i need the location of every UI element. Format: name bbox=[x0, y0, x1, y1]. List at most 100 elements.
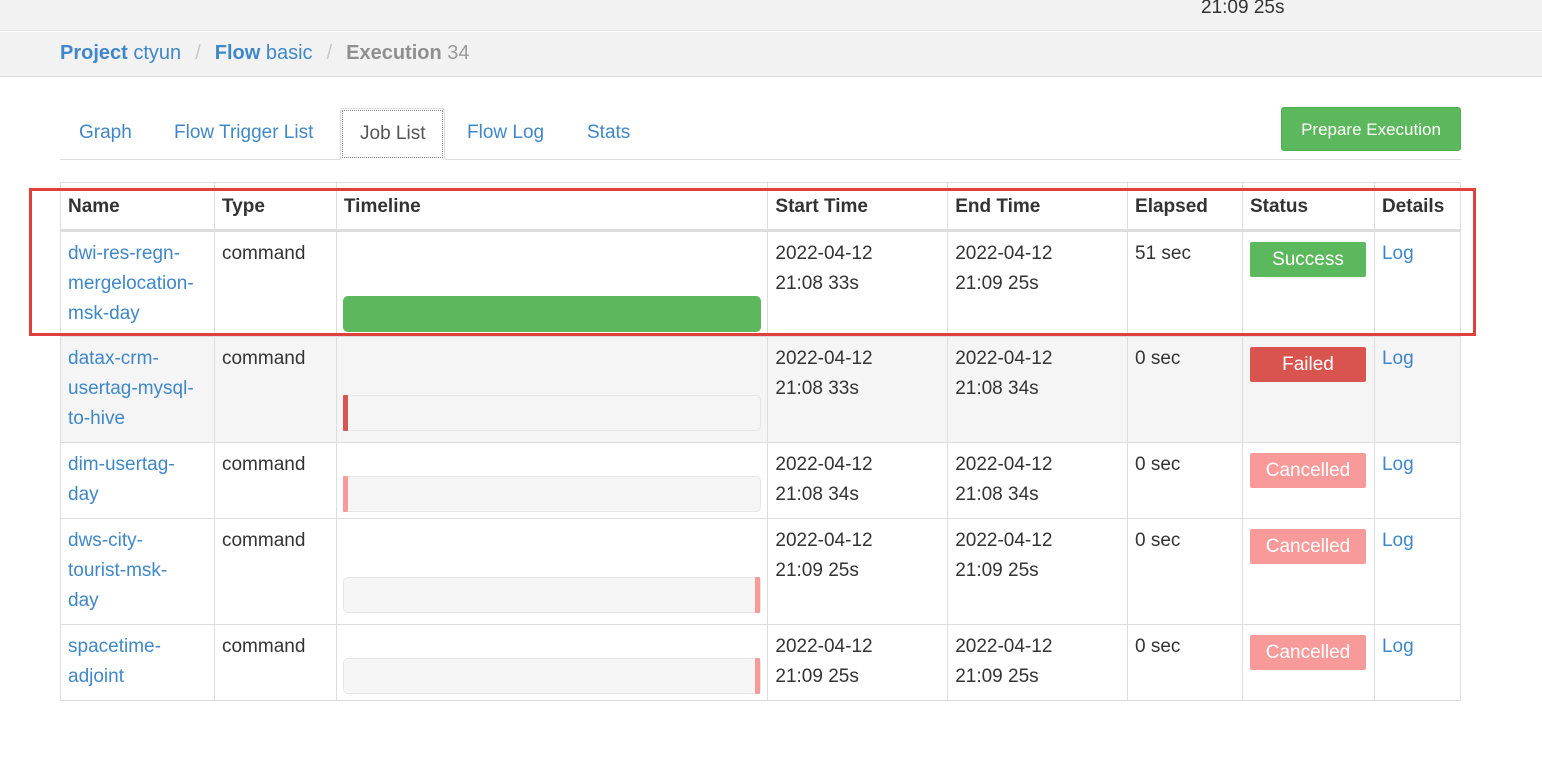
job-name-line: tourist-msk- bbox=[68, 560, 168, 581]
timeline-track bbox=[342, 296, 762, 332]
prepare-execution-button[interactable]: Prepare Execution bbox=[1281, 107, 1461, 151]
timeline-track bbox=[342, 395, 762, 431]
start-date: 2022-04-12 bbox=[775, 636, 873, 657]
start-date: 2022-04-12 bbox=[775, 348, 873, 369]
tab-graph[interactable]: Graph bbox=[60, 108, 151, 159]
end-date: 2022-04-12 bbox=[955, 243, 1053, 264]
job-type-cell: command bbox=[213, 624, 337, 701]
job-name-line: dwi-res-regn- bbox=[68, 243, 180, 264]
log-link[interactable]: Log bbox=[1382, 636, 1414, 657]
job-type-cell: command bbox=[213, 336, 337, 443]
breadcrumb-flow-link[interactable]: Flow basic bbox=[215, 42, 313, 65]
timeline-cell bbox=[335, 336, 769, 443]
job-list-table: Name Type Timeline Start Time End Time E… bbox=[60, 182, 1462, 701]
end-clock: 21:08 34s bbox=[955, 484, 1039, 505]
start-clock: 21:09 25s bbox=[775, 666, 859, 687]
elapsed-cell: 0 sec bbox=[1127, 624, 1243, 701]
start-time-cell: 2022-04-12 21:08 33s bbox=[767, 230, 949, 337]
log-link[interactable]: Log bbox=[1382, 348, 1414, 369]
job-name-link[interactable]: dws-city- tourist-msk- day bbox=[68, 530, 167, 611]
top-strip: 21:09 25s bbox=[0, 0, 1542, 31]
status-cell: Failed bbox=[1241, 336, 1375, 443]
job-type-cell: command bbox=[213, 518, 337, 625]
start-time-cell: 2022-04-12 21:08 34s bbox=[767, 442, 949, 519]
log-link[interactable]: Log bbox=[1382, 454, 1414, 475]
end-date: 2022-04-12 bbox=[955, 348, 1053, 369]
timeline-track bbox=[342, 577, 762, 613]
column-header-start-time[interactable]: Start Time bbox=[767, 182, 949, 232]
table-header-row: Name Type Timeline Start Time End Time E… bbox=[60, 182, 1462, 232]
timeline-cell bbox=[335, 230, 769, 337]
end-clock: 21:09 25s bbox=[955, 273, 1039, 294]
end-date: 2022-04-12 bbox=[955, 530, 1053, 551]
job-name-link[interactable]: spacetime- adjoint bbox=[68, 636, 161, 687]
breadcrumb-bar: Project ctyun / Flow basic / Execution 3… bbox=[0, 32, 1542, 77]
breadcrumb-flow-label: Flow bbox=[214, 42, 261, 64]
timeline-bar bbox=[342, 296, 762, 332]
breadcrumb-execution-id: 34 bbox=[447, 42, 470, 64]
status-badge: Cancelled bbox=[1249, 453, 1366, 488]
end-date: 2022-04-12 bbox=[955, 454, 1053, 475]
column-header-elapsed[interactable]: Elapsed bbox=[1127, 182, 1243, 232]
job-name-line: day bbox=[68, 590, 99, 611]
column-header-name[interactable]: Name bbox=[60, 182, 215, 232]
job-name-cell: datax-crm- usertag-mysql- to-hive bbox=[60, 336, 215, 443]
elapsed-cell: 0 sec bbox=[1127, 336, 1243, 443]
log-link[interactable]: Log bbox=[1382, 243, 1414, 264]
end-time-cell: 2022-04-12 21:08 34s bbox=[947, 336, 1129, 443]
column-header-type[interactable]: Type bbox=[213, 182, 337, 232]
column-header-end-time[interactable]: End Time bbox=[947, 182, 1129, 232]
status-cell: Success bbox=[1241, 230, 1375, 337]
start-date: 2022-04-12 bbox=[775, 454, 873, 475]
start-clock: 21:08 34s bbox=[775, 484, 859, 505]
details-cell: Log bbox=[1373, 442, 1462, 519]
elapsed-cell: 51 sec bbox=[1127, 230, 1243, 337]
job-name-link[interactable]: dwi-res-regn- mergelocation- msk-day bbox=[68, 243, 194, 324]
timeline-bar bbox=[342, 476, 348, 512]
column-header-status[interactable]: Status bbox=[1241, 182, 1375, 232]
breadcrumb-project-label: Project bbox=[60, 42, 128, 64]
timeline-cell bbox=[335, 624, 769, 701]
breadcrumb-separator: / bbox=[195, 42, 201, 64]
elapsed-cell: 0 sec bbox=[1127, 442, 1243, 519]
job-type-cell: command bbox=[213, 442, 337, 519]
log-link[interactable]: Log bbox=[1382, 530, 1414, 551]
elapsed-cell: 0 sec bbox=[1127, 518, 1243, 625]
start-clock: 21:08 33s bbox=[775, 378, 859, 399]
job-name-link[interactable]: dim-usertag- day bbox=[68, 454, 175, 505]
column-header-timeline[interactable]: Timeline bbox=[335, 182, 769, 232]
column-header-details[interactable]: Details bbox=[1373, 182, 1462, 232]
start-clock: 21:09 25s bbox=[775, 560, 859, 581]
status-badge: Cancelled bbox=[1249, 529, 1366, 564]
job-name-cell: dws-city- tourist-msk- day bbox=[60, 518, 215, 625]
status-cell: Cancelled bbox=[1241, 442, 1375, 519]
start-time-cell: 2022-04-12 21:08 33s bbox=[767, 336, 949, 443]
status-cell: Cancelled bbox=[1241, 518, 1375, 625]
job-name-line: msk-day bbox=[68, 303, 140, 324]
table-row: datax-crm- usertag-mysql- to-hive comman… bbox=[60, 336, 1462, 443]
end-time-cell: 2022-04-12 21:09 25s bbox=[947, 230, 1129, 337]
details-cell: Log bbox=[1373, 624, 1462, 701]
timeline-bar bbox=[342, 395, 348, 431]
job-name-line: dim-usertag- bbox=[68, 454, 175, 475]
details-cell: Log bbox=[1373, 518, 1462, 625]
tab-stats[interactable]: Stats bbox=[568, 108, 649, 159]
tab-job-list[interactable]: Job List bbox=[340, 108, 446, 160]
status-cell: Cancelled bbox=[1241, 624, 1375, 701]
end-clock: 21:08 34s bbox=[955, 378, 1039, 399]
job-name-link[interactable]: datax-crm- usertag-mysql- to-hive bbox=[68, 348, 194, 429]
job-name-line: adjoint bbox=[68, 666, 124, 687]
end-clock: 21:09 25s bbox=[955, 560, 1039, 581]
job-name-line: mergelocation- bbox=[68, 273, 194, 294]
job-name-cell: dim-usertag- day bbox=[60, 442, 215, 519]
job-name-line: usertag-mysql- bbox=[68, 378, 194, 399]
breadcrumb-project-link[interactable]: Project ctyun bbox=[60, 42, 181, 65]
breadcrumb-separator: / bbox=[326, 42, 333, 64]
timeline-track bbox=[342, 658, 762, 694]
breadcrumb-flow-name: basic bbox=[265, 42, 313, 64]
details-cell: Log bbox=[1373, 230, 1462, 337]
start-clock: 21:08 33s bbox=[775, 273, 859, 294]
tab-flow-log[interactable]: Flow Log bbox=[448, 108, 563, 159]
tab-flow-trigger-list[interactable]: Flow Trigger List bbox=[155, 108, 332, 159]
breadcrumb: Project ctyun / Flow basic / Execution 3… bbox=[60, 42, 470, 65]
